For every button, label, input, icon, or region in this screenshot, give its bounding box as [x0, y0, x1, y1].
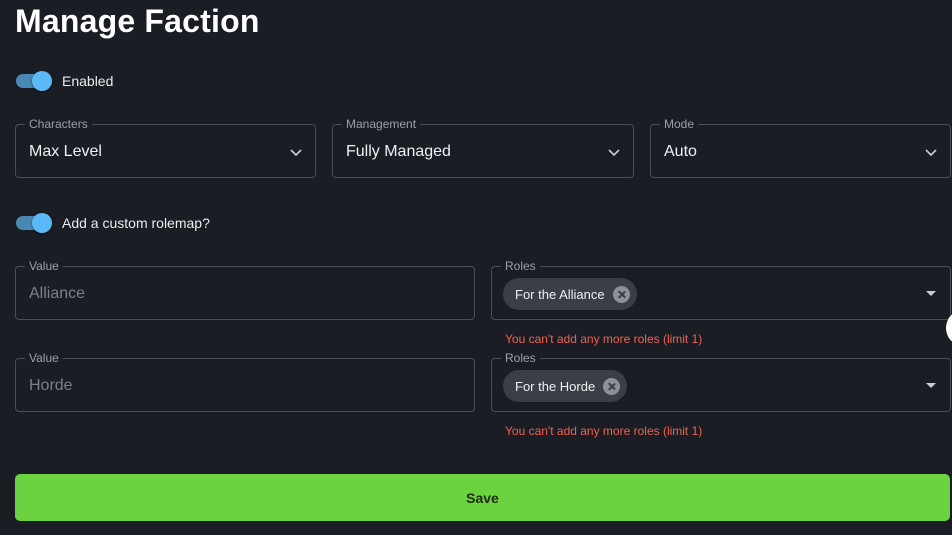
rolemap-toggle-row: Add a custom rolemap? — [15, 213, 210, 233]
roles-label: Roles — [501, 259, 540, 273]
remove-chip-icon[interactable] — [603, 377, 621, 395]
characters-value: Max Level — [29, 143, 102, 160]
management-select[interactable]: Management Fully Managed — [332, 117, 634, 178]
enabled-toggle-row: Enabled — [15, 71, 113, 91]
save-button[interactable]: Save — [15, 474, 950, 521]
value-label: Value — [25, 351, 63, 365]
rolemap-toggle-label: Add a custom rolemap? — [62, 215, 210, 231]
rolemap-value-field[interactable]: Value Horde — [15, 351, 475, 412]
dropdown-arrow-icon[interactable] — [926, 383, 936, 388]
toggle-knob — [32, 71, 52, 91]
chevron-down-icon — [925, 149, 937, 157]
rolemap-toggle[interactable] — [15, 213, 53, 233]
management-label: Management — [342, 117, 421, 131]
toggle-knob — [32, 213, 52, 233]
characters-label: Characters — [25, 117, 92, 131]
enabled-toggle-label: Enabled — [62, 73, 114, 89]
rolemap-roles-select[interactable]: Roles For the Alliance — [491, 259, 951, 320]
mode-select[interactable]: Mode Auto — [650, 117, 951, 178]
mode-value: Auto — [664, 143, 697, 160]
value-placeholder: Alliance — [29, 285, 86, 302]
roles-error-message: You can't add any more roles (limit 1) — [505, 332, 703, 346]
management-value: Fully Managed — [346, 143, 451, 160]
role-chip-label: For the Alliance — [515, 286, 605, 302]
manage-faction-page: Manage Faction Enabled Characters Max Le… — [0, 0, 952, 535]
page-title: Manage Faction — [15, 3, 260, 39]
chevron-down-icon — [290, 149, 302, 157]
rolemap-value-field[interactable]: Value Alliance — [15, 259, 475, 320]
chevron-down-icon — [608, 149, 620, 157]
remove-chip-icon[interactable] — [612, 285, 630, 303]
roles-label: Roles — [501, 351, 540, 365]
roles-error-message: You can't add any more roles (limit 1) — [505, 424, 703, 438]
value-label: Value — [25, 259, 63, 273]
role-chip-label: For the Horde — [515, 378, 596, 394]
enabled-toggle[interactable] — [15, 71, 53, 91]
value-placeholder: Horde — [29, 377, 73, 394]
dropdown-arrow-icon[interactable] — [926, 291, 936, 296]
role-chip: For the Alliance — [503, 278, 637, 310]
characters-select[interactable]: Characters Max Level — [15, 117, 316, 178]
mode-label: Mode — [660, 117, 699, 131]
role-chip: For the Horde — [503, 370, 628, 402]
rolemap-roles-select[interactable]: Roles For the Horde — [491, 351, 951, 412]
